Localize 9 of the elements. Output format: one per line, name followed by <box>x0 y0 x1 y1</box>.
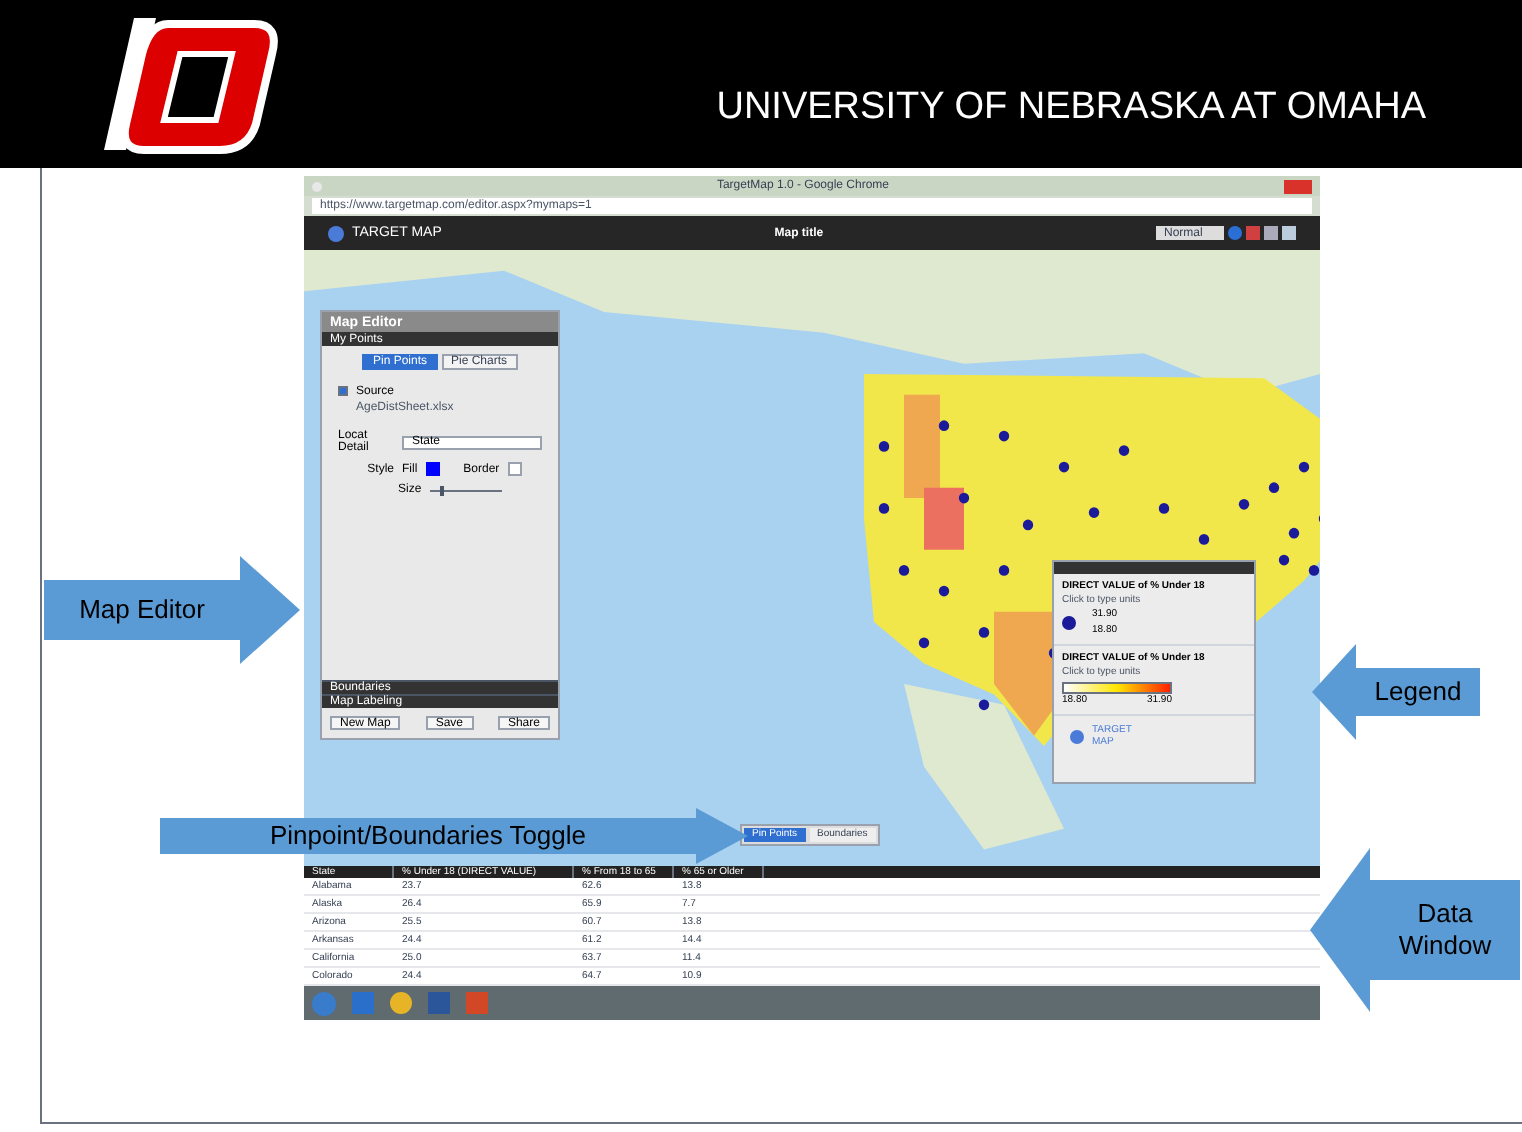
slide-title: UNIVERSITY OF NEBRASKA AT OMAHA <box>716 83 1426 132</box>
color-gradient-bar <box>1062 682 1172 694</box>
close-button[interactable] <box>1283 179 1312 193</box>
toolbar-icon[interactable] <box>1245 226 1260 240</box>
point-icon <box>1062 616 1076 630</box>
slider-thumb[interactable] <box>440 485 445 495</box>
source-checkbox[interactable] <box>338 386 348 396</box>
fill-swatch[interactable] <box>425 462 440 476</box>
border-swatch[interactable] <box>507 462 522 476</box>
